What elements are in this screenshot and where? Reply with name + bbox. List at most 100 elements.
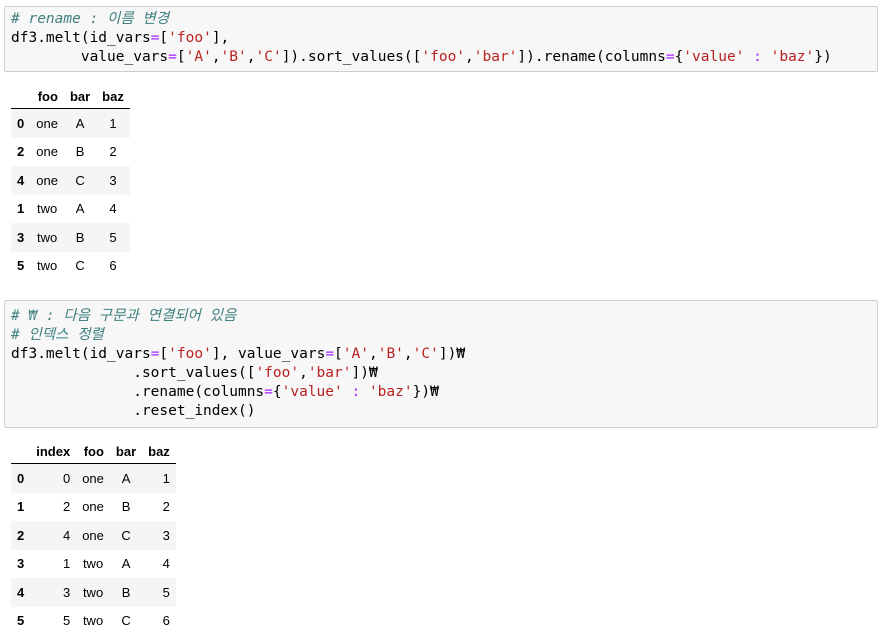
row-index: 3 bbox=[11, 223, 30, 252]
table-header-row: index foo bar baz bbox=[11, 437, 176, 464]
code-token: ]).rename(columns bbox=[517, 49, 665, 65]
code-editor[interactable]: # rename : 이름 변경 df3.melt(id_vars=['foo']… bbox=[5, 7, 877, 67]
code-token: .reset_index() bbox=[11, 403, 255, 419]
cell-baz: 5 bbox=[96, 223, 130, 252]
cell-foo: two bbox=[76, 578, 110, 607]
code-operator: = bbox=[666, 49, 675, 65]
cell-bar: B bbox=[110, 493, 142, 522]
cell-index: 2 bbox=[30, 493, 76, 522]
code-comment: # ₩ : 다음 구문과 연결되어 있음 bbox=[11, 308, 236, 324]
code-token: , bbox=[404, 346, 413, 362]
code-token: ])₩ bbox=[351, 365, 377, 381]
cell-foo: one bbox=[30, 166, 64, 195]
code-token: })₩ bbox=[413, 384, 439, 400]
code-token: [ bbox=[177, 49, 186, 65]
code-token: .rename(columns bbox=[11, 384, 264, 400]
table-row: 4oneC3 bbox=[11, 166, 130, 195]
code-string: 'B' bbox=[378, 346, 404, 362]
code-operator: = bbox=[325, 346, 334, 362]
table-row: 00oneA1 bbox=[11, 464, 176, 493]
cell-bar: C bbox=[110, 521, 142, 550]
code-token: , bbox=[299, 365, 308, 381]
cell-index: 3 bbox=[30, 578, 76, 607]
table-row: 5twoC6 bbox=[11, 252, 130, 281]
row-index: 0 bbox=[11, 464, 30, 493]
table-row: 0oneA1 bbox=[11, 109, 130, 138]
cell-foo: one bbox=[76, 493, 110, 522]
code-line: # 인덱스 정렬 bbox=[11, 326, 871, 345]
column-header-bar: bar bbox=[110, 437, 142, 464]
code-token: .sort_values([ bbox=[11, 365, 255, 381]
code-line: df3.melt(id_vars=['foo'], bbox=[11, 29, 871, 48]
dataframe-output-2: index foo bar baz 00oneA1 12oneB2 24oneC… bbox=[11, 437, 176, 635]
table-row: 43twoB5 bbox=[11, 578, 176, 607]
code-token: }) bbox=[814, 49, 831, 65]
cell-foo: two bbox=[76, 550, 110, 579]
row-index: 1 bbox=[11, 195, 30, 224]
cell-baz: 4 bbox=[142, 550, 176, 579]
cell-baz: 3 bbox=[142, 521, 176, 550]
table-row: 2oneB2 bbox=[11, 138, 130, 167]
cell-baz: 1 bbox=[142, 464, 176, 493]
row-index: 4 bbox=[11, 166, 30, 195]
code-string: 'value' bbox=[282, 384, 343, 400]
code-token: , bbox=[212, 49, 221, 65]
code-line: .sort_values(['foo','bar'])₩ bbox=[11, 364, 871, 383]
table-row: 1twoA4 bbox=[11, 195, 130, 224]
code-string: 'bar' bbox=[308, 365, 352, 381]
code-token: [ bbox=[159, 30, 168, 46]
cell-foo: two bbox=[30, 252, 64, 281]
code-cell-rename[interactable]: # rename : 이름 변경 df3.melt(id_vars=['foo']… bbox=[4, 6, 878, 72]
cell-index: 0 bbox=[30, 464, 76, 493]
cell-baz: 6 bbox=[96, 252, 130, 281]
table-row: 55twoC6 bbox=[11, 607, 176, 635]
cell-index: 4 bbox=[30, 521, 76, 550]
column-header-foo: foo bbox=[76, 437, 110, 464]
cell-bar: C bbox=[64, 252, 96, 281]
code-string: 'foo' bbox=[168, 346, 212, 362]
code-token: { bbox=[273, 384, 282, 400]
cell-bar: B bbox=[64, 223, 96, 252]
code-token: df3.melt(id_vars bbox=[11, 346, 151, 362]
cell-index: 1 bbox=[30, 550, 76, 579]
cell-foo: two bbox=[30, 223, 64, 252]
dataframe-output-1: foo bar baz 0oneA1 2oneB2 4oneC3 1twoA4 … bbox=[11, 82, 130, 280]
column-header-index: index bbox=[30, 437, 76, 464]
row-index: 0 bbox=[11, 109, 30, 138]
code-token: ])₩ bbox=[439, 346, 465, 362]
cell-bar: A bbox=[64, 195, 96, 224]
code-string: 'foo' bbox=[168, 30, 212, 46]
code-cell-reset-index[interactable]: # ₩ : 다음 구문과 연결되어 있음 # 인덱스 정렬df3.melt(id_… bbox=[4, 300, 878, 428]
code-token: ], bbox=[212, 30, 229, 46]
cell-baz: 2 bbox=[96, 138, 130, 167]
table-row: 31twoA4 bbox=[11, 550, 176, 579]
code-string: 'A' bbox=[186, 49, 212, 65]
code-line: df3.melt(id_vars=['foo'], value_vars=['A… bbox=[11, 345, 871, 364]
cell-bar: A bbox=[110, 464, 142, 493]
code-token: [ bbox=[334, 346, 343, 362]
row-index: 5 bbox=[11, 252, 30, 281]
table-row: 12oneB2 bbox=[11, 493, 176, 522]
code-token: ]).sort_values([ bbox=[282, 49, 422, 65]
cell-foo: two bbox=[30, 195, 64, 224]
cell-bar: B bbox=[110, 578, 142, 607]
code-editor[interactable]: # ₩ : 다음 구문과 연결되어 있음 # 인덱스 정렬df3.melt(id_… bbox=[5, 301, 877, 421]
code-string: 'baz' bbox=[369, 384, 413, 400]
row-index: 1 bbox=[11, 493, 30, 522]
column-header-baz: baz bbox=[96, 82, 130, 109]
row-index: 2 bbox=[11, 138, 30, 167]
cell-bar: C bbox=[110, 607, 142, 635]
code-token: [ bbox=[159, 346, 168, 362]
column-header-foo: foo bbox=[30, 82, 64, 109]
code-token: { bbox=[675, 49, 684, 65]
cell-foo: one bbox=[76, 521, 110, 550]
code-line: .rename(columns={'value' : 'baz'})₩ bbox=[11, 383, 871, 402]
cell-bar: A bbox=[110, 550, 142, 579]
code-string: 'value' bbox=[683, 49, 744, 65]
code-string: 'foo' bbox=[255, 365, 299, 381]
code-string: 'C' bbox=[255, 49, 281, 65]
code-line: .reset_index() bbox=[11, 402, 871, 421]
row-index: 5 bbox=[11, 607, 30, 635]
column-header-bar: bar bbox=[64, 82, 96, 109]
code-comment: # rename : 이름 변경 bbox=[11, 11, 169, 27]
